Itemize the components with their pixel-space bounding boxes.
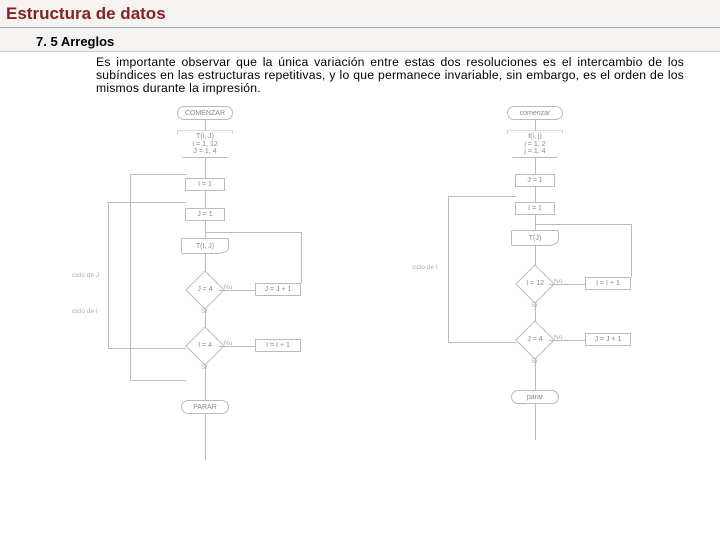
assign-i-r: I = 1 <box>515 202 555 215</box>
label-yes-2: Sí <box>201 364 207 371</box>
assign-j: J = 1 <box>185 208 225 221</box>
read-input-r: t(i, j) i = 1, 2 j = 1, 4 <box>507 130 563 158</box>
flowchart-left: COMENZAR T(i, J) I = 1, 12 J = 1, 4 I = … <box>60 104 350 484</box>
label-yes-r2: Sí <box>531 358 537 365</box>
output-tj: T(J) <box>511 230 559 246</box>
label-yes: Sí <box>201 308 207 315</box>
section-subtitle: 7. 5 Arreglos <box>0 28 720 52</box>
loop-label-i: ciclo de I <box>72 308 98 315</box>
assign-i: I = 1 <box>185 178 225 191</box>
body-paragraph: Es importante observar que la única vari… <box>0 52 720 102</box>
start-terminal-r: comenzar <box>507 106 563 120</box>
page-title: Estructura de datos <box>0 0 720 28</box>
stop-terminal: PARAR <box>181 400 229 414</box>
start-terminal: COMENZAR <box>177 106 233 120</box>
inc-j: J = J + 1 <box>255 283 301 296</box>
read-input: T(i, J) I = 1, 12 J = 1, 4 <box>177 130 233 158</box>
label-yes-r: Sí <box>531 302 537 309</box>
output-tij: T(I, J) <box>181 238 229 254</box>
assign-j-r: J = 1 <box>515 174 555 187</box>
stop-terminal-r: parar <box>511 390 559 404</box>
loop-label-i-r: ciclo de I <box>412 264 438 271</box>
inc-i-r: I = I + 1 <box>585 277 631 290</box>
flowchart-right: comenzar t(i, j) i = 1, 2 j = 1, 4 J = 1… <box>390 104 680 484</box>
inc-i: I = I + 1 <box>255 339 301 352</box>
loop-label-j: ciclo de J <box>72 272 99 279</box>
diagram-container: COMENZAR T(i, J) I = 1, 12 J = 1, 4 I = … <box>0 102 720 484</box>
inc-j-r: J = J + 1 <box>585 333 631 346</box>
